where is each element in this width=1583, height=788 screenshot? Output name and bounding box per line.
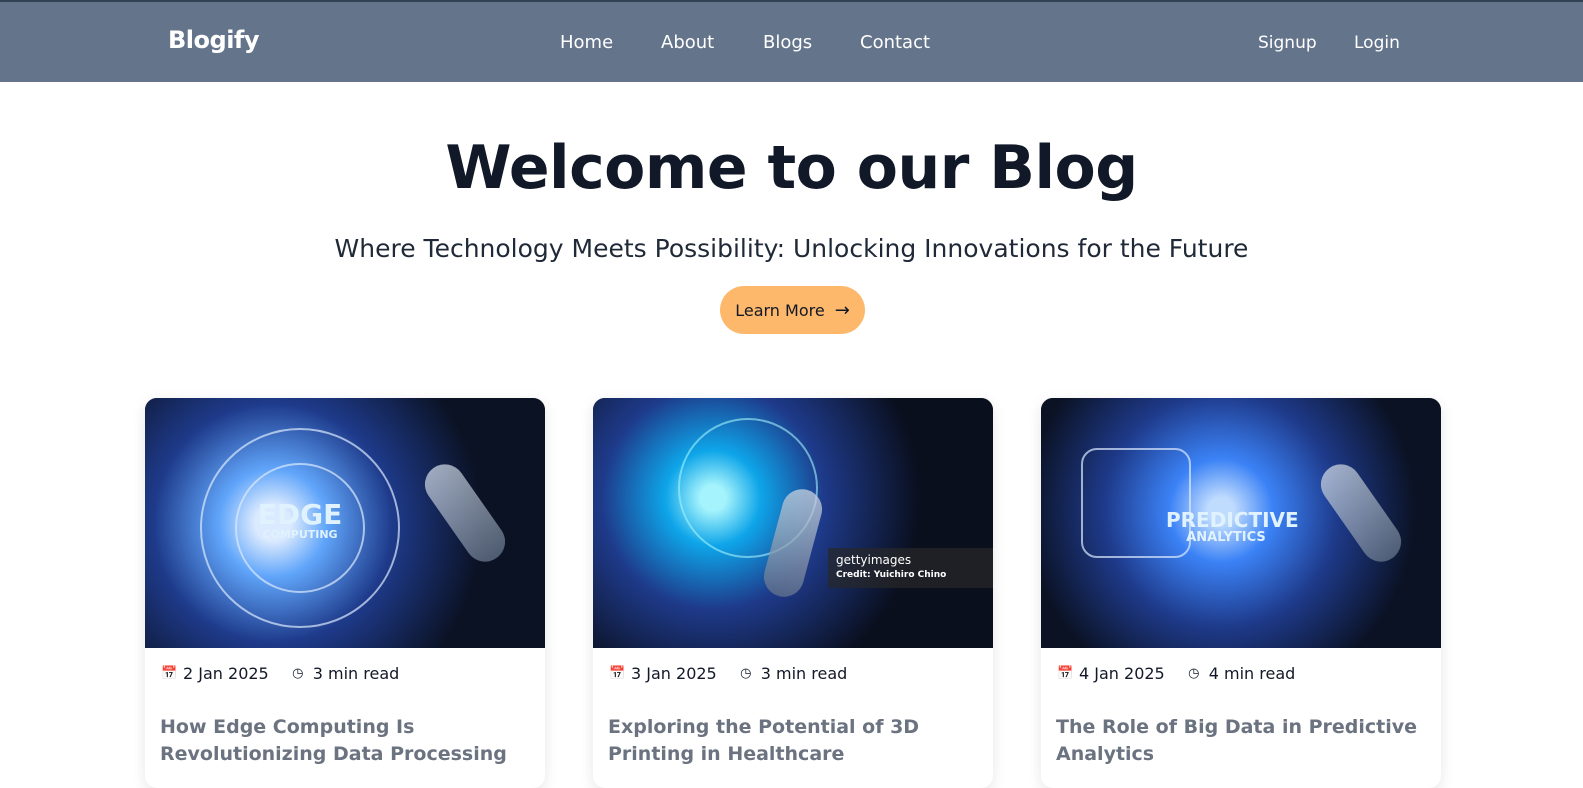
hero-subtitle: Where Technology Meets Possibility: Unlo… [334,234,1249,263]
blog-date: 4 Jan 2025 [1079,664,1165,683]
brand-logo[interactable]: Blogify [168,26,260,54]
learn-more-button[interactable]: Learn More → [720,286,865,334]
login-link[interactable]: Login [1354,33,1400,53]
image-overlay-text: ANALYTICS [1186,530,1266,545]
blog-date: 2 Jan 2025 [183,664,269,683]
blog-card-image: gettyimages Credit: Yuichiro Chino [593,398,993,648]
top-navbar: Blogify Home About Blogs Contact Signup … [0,0,1583,82]
blog-read-time: 4 min read [1208,664,1296,683]
calendar-icon: 📅 [609,666,626,681]
blog-title[interactable]: Exploring the Potential of 3D Printing i… [608,714,978,768]
blog-card[interactable]: PREDICTIVE ANALYTICS 📅 4 Jan 2025 ◷ 4 mi… [1041,398,1441,788]
clock-icon: ◷ [292,666,304,681]
image-overlay-text: PREDICTIVE [1166,508,1299,532]
blog-title[interactable]: How Edge Computing Is Revolutionizing Da… [160,714,530,768]
watermark-text: gettyimages [836,553,912,567]
calendar-icon: 📅 [1057,666,1074,681]
calendar-icon: 📅 [161,666,178,681]
image-watermark: gettyimages Credit: Yuichiro Chino [828,548,993,588]
arrow-right-icon: → [834,299,850,321]
clock-icon: ◷ [740,666,752,681]
blog-meta: 📅 2 Jan 2025 ◷ 3 min read [161,664,399,683]
blog-card[interactable]: EDGE COMPUTING 📅 2 Jan 2025 ◷ 3 min read… [145,398,545,788]
blog-read-time: 3 min read [760,664,848,683]
blog-meta: 📅 3 Jan 2025 ◷ 3 min read [609,664,847,683]
blog-read-time: 3 min read [312,664,400,683]
blog-title[interactable]: The Role of Big Data in Predictive Analy… [1056,714,1426,768]
blog-date: 3 Jan 2025 [631,664,717,683]
watermark-credit: Credit: Yuichiro Chino [836,570,947,580]
hero-title: Welcome to our Blog [445,133,1138,203]
hand-graphic [417,456,513,570]
clock-icon: ◷ [1188,666,1200,681]
blog-card-image: EDGE COMPUTING [145,398,545,648]
learn-more-label: Learn More [735,300,825,320]
image-overlay-text: EDGE [257,498,343,531]
signup-link[interactable]: Signup [1258,33,1317,53]
hand-graphic [1313,456,1409,570]
image-overlay-text: COMPUTING [262,528,338,541]
blog-meta: 📅 4 Jan 2025 ◷ 4 min read [1057,664,1295,683]
blog-card-image: PREDICTIVE ANALYTICS [1041,398,1441,648]
nav-home-link[interactable]: Home [560,32,613,53]
blog-card[interactable]: gettyimages Credit: Yuichiro Chino 📅 3 J… [593,398,993,788]
nav-blogs-link[interactable]: Blogs [763,32,812,53]
nav-contact-link[interactable]: Contact [860,32,930,53]
nav-about-link[interactable]: About [661,32,714,53]
